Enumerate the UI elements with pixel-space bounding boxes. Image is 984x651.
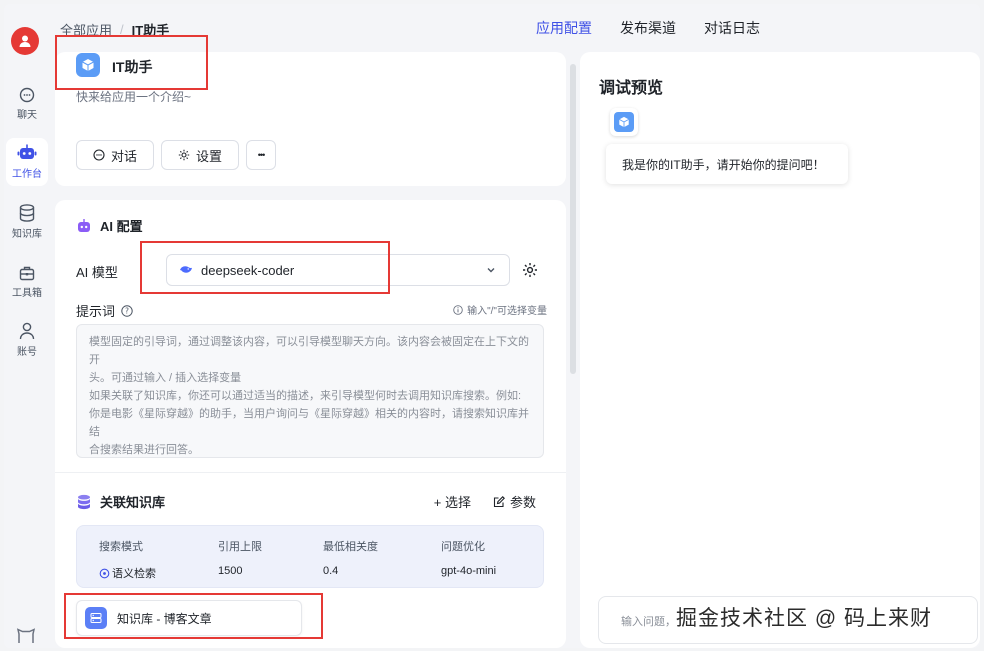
debug-title: 调试预览 [599,80,664,97]
tab-app-config[interactable]: 应用配置 [536,18,592,38]
chat-button-label: 对话 [110,148,137,164]
gear-icon [178,149,190,161]
highlight-box-knowledge-item [64,593,323,639]
robot-icon [17,144,37,159]
app-intro[interactable]: 快来给应用一个介绍~ [76,88,191,105]
debug-preview-panel: 调试预览 我是你的IT助手，请开始你的提问吧！ 输入问题， [580,52,980,648]
gear-icon [523,263,537,277]
select-knowledge-button[interactable]: + 选择 [434,492,471,511]
table-header: 引用上限 [218,541,262,553]
sidebar-item-label: 工作台 [12,169,42,180]
info-icon [453,304,463,315]
search-mode-value: 语义检索 [112,568,156,580]
sidebar: 聊天 工作台 知识库 工具箱 账号 [4,4,50,648]
highlight-box-model [140,241,390,294]
robot-icon [78,218,90,232]
prompt-hint-text: 输入"/"可选择变量 [467,306,547,317]
prompt-placeholder-line: 模型固定的引导词，通过调整该内容，可以引导模型聊天方向。该内容会被固定在上下文的… [89,336,529,366]
prompt-placeholder-line: 合搜索结果进行回答。 [89,444,199,456]
model-label: AI 模型 [76,265,118,280]
prompt-textarea[interactable]: 模型固定的引导词，通过调整该内容，可以引导模型聊天方向。该内容会被固定在上下文的… [76,324,544,458]
bot-greeting-message: 我是你的IT助手，请开始你的提问吧！ [606,144,848,184]
table-header: 最低相关度 [323,541,378,553]
prompt-hint: 输入"/"可选择变量 [453,302,547,317]
sidebar-item-label: 工具箱 [12,288,42,299]
sidebar-item-label: 聊天 [17,110,37,121]
github-icon[interactable] [16,628,36,644]
sidebar-item-account[interactable]: 账号 [6,316,48,364]
table-cell: 语义检索 [99,565,156,581]
chat-button[interactable]: 对话 [76,140,154,170]
knowledge-actions: + 选择 参数 [434,492,536,511]
top-nav: 应用配置 发布渠道 对话日志 [536,18,760,38]
section-divider [55,472,566,473]
sidebar-item-label: 知识库 [12,229,42,240]
cube-icon [619,116,629,128]
chat-icon [19,87,35,103]
knowledge-title: 关联知识库 [76,492,165,511]
more-icon: ••• [257,150,266,160]
ai-config-title: AI 配置 [76,216,143,235]
table-cell: gpt-4o-mini [441,565,497,577]
table-cell: 0.4 [323,565,339,577]
table-cell: 1500 [218,565,243,577]
knowledge-params-button[interactable]: 参数 [493,492,536,511]
help-icon[interactable]: ? [121,304,133,317]
more-button[interactable]: ••• [246,140,276,170]
chevron-down-icon [487,268,495,273]
settings-button-label: 设置 [195,148,222,164]
prompt-placeholder-line: 头。可通过输入 / 插入选择变量 [89,372,242,384]
toolbox-icon [19,266,35,281]
knowledge-params-label: 参数 [509,495,536,510]
ai-config-title-text: AI 配置 [100,219,143,234]
sidebar-item-knowledge[interactable]: 知识库 [6,198,48,246]
table-header: 搜索模式 [99,541,143,553]
sidebar-item-chat[interactable]: 聊天 [6,80,48,128]
highlight-box-app-name [55,35,208,90]
prompt-label-row: 提示词 ? [76,301,133,320]
prompt-placeholder-line: 你是电影《星际穿越》的助手，当用户询问与《星际穿越》相关的内容时，请搜索知识库并… [89,408,529,438]
user-avatar-icon [19,35,31,47]
prompt-label: 提示词 [76,304,116,319]
knowledge-params-table: 搜索模式 引用上限 最低相关度 问题优化 语义检索 1500 0.4 gpt-4… [76,525,544,588]
database-icon [78,494,90,509]
table-header: 问题优化 [441,541,485,553]
edit-icon [493,495,505,507]
left-panel-scrollbar[interactable] [570,64,576,374]
user-avatar[interactable] [11,27,39,55]
svg-text:?: ? [125,306,129,315]
bot-avatar [610,108,638,136]
database-icon [19,204,35,222]
sidebar-item-toolbox[interactable]: 工具箱 [6,258,48,306]
settings-button[interactable]: 设置 [161,140,239,170]
user-icon [19,322,35,340]
watermark: 掘金技术社区 @ 码上来财 [676,607,932,630]
chat-icon [93,149,105,161]
prompt-placeholder-line: 如果关联了知识库，你还可以通过适当的描述，来引导模型何时去调用知识库搜索。例如: [89,390,522,402]
semantic-search-icon [99,568,110,578]
sidebar-item-workbench[interactable]: 工作台 [6,138,48,186]
knowledge-title-text: 关联知识库 [100,495,166,510]
model-settings-button[interactable] [518,258,542,282]
sidebar-item-label: 账号 [17,347,37,358]
tab-publish-channel[interactable]: 发布渠道 [620,18,676,38]
app-window: 聊天 工作台 知识库 工具箱 账号 全部应用 / IT助手 应用配置 发布渠道 … [4,4,980,648]
tab-chat-logs[interactable]: 对话日志 [704,18,760,38]
